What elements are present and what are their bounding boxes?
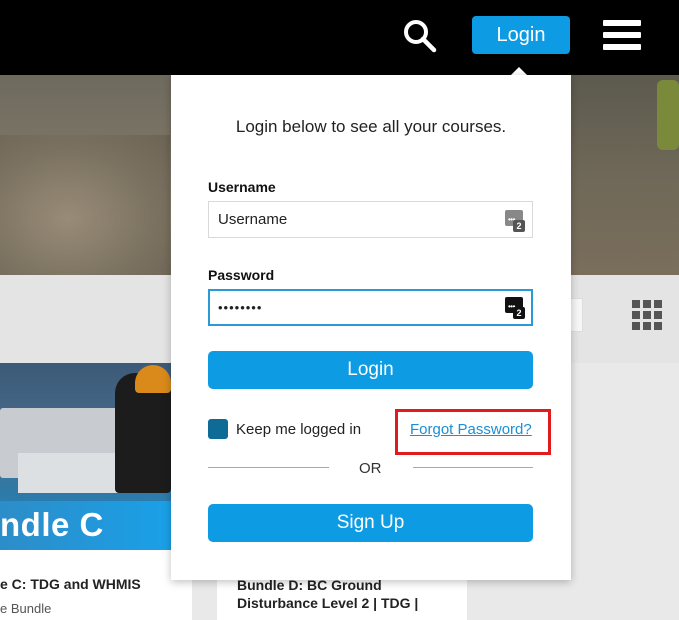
thumbnail-helmet [135,365,171,393]
course-subtitle: e Bundle [0,601,52,616]
course-title[interactable]: Bundle D: BC Ground Disturbance Level 2 … [237,576,462,612]
course-title[interactable]: e C: TDG and WHMIS [0,576,180,592]
password-label: Password [208,267,275,283]
search-icon[interactable] [402,18,438,54]
signup-button[interactable]: Sign Up [208,504,533,542]
or-divider-text: OR [359,460,382,477]
hamburger-menu-icon[interactable] [603,20,641,50]
divider-line-right [413,467,533,468]
grid-view-icon[interactable] [632,300,663,331]
password-input[interactable]: •••••••• [208,289,533,326]
course-card-bundle-c[interactable]: ndle C e C: TDG and WHMIS e Bundle [0,363,192,620]
username-label: Username [208,179,276,195]
keep-logged-in-checkbox[interactable] [208,419,228,439]
top-navigation-bar: Login [0,0,679,75]
header-login-button[interactable]: Login [472,16,570,54]
keep-logged-in-label[interactable]: Keep me logged in [236,421,361,438]
hero-ground-left [0,135,170,275]
password-manager-icon[interactable]: ••• 2 [505,297,525,319]
course-banner-text: ndle C [0,506,104,543]
filter-input-edge[interactable] [571,298,583,332]
login-button[interactable]: Login [208,351,533,389]
password-manager-icon[interactable]: ••• 2 [505,210,525,232]
highlight-box [395,409,551,455]
divider-line-left [208,467,329,468]
username-input[interactable]: Username [208,201,533,238]
hero-worker [657,80,679,150]
login-intro-text: Login below to see all your courses. [235,117,507,136]
thumbnail-truck-body [18,453,128,493]
